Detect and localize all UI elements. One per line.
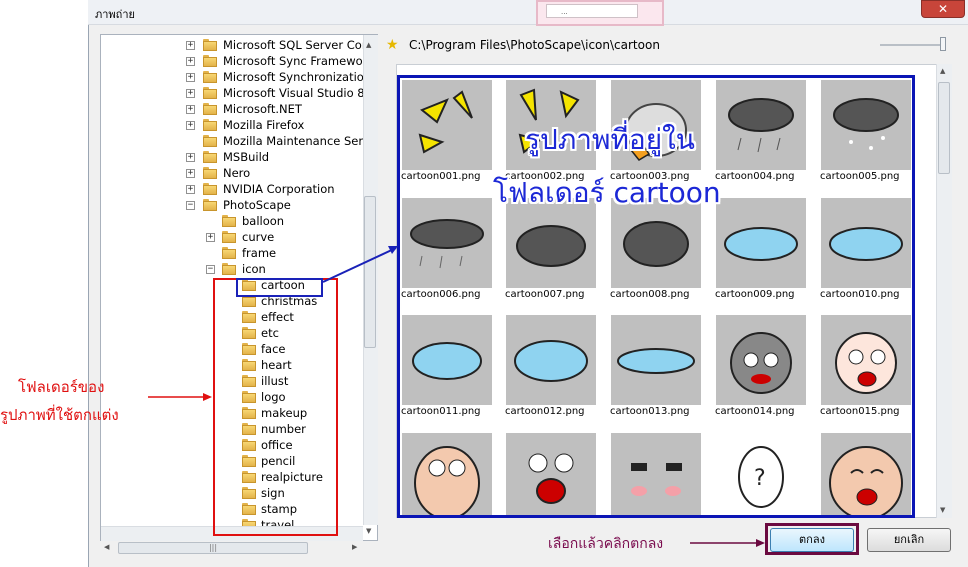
arrow-cartoon-to-gallery: [322, 247, 397, 283]
annotation-arrows: [148, 246, 765, 547]
folder-note-line1: โฟลเดอร์ของ: [18, 378, 105, 396]
cancel-button[interactable]: ยกเลิก: [867, 528, 951, 552]
gallery-note-line2: โฟลเดอร์ cartoon: [493, 176, 721, 209]
arrow-folder-note-head: [203, 393, 212, 401]
ok-note: เลือกแล้วคลิกตกลง: [548, 536, 664, 552]
arrow-ok-note-head: [756, 539, 765, 547]
ok-button[interactable]: ตกลง: [770, 528, 854, 552]
gallery-note-line1: รูปภาพที่อยู่ใน: [525, 123, 695, 156]
folder-note-line2: รูปภาพที่ใช้ตกแต่ง: [0, 406, 119, 424]
